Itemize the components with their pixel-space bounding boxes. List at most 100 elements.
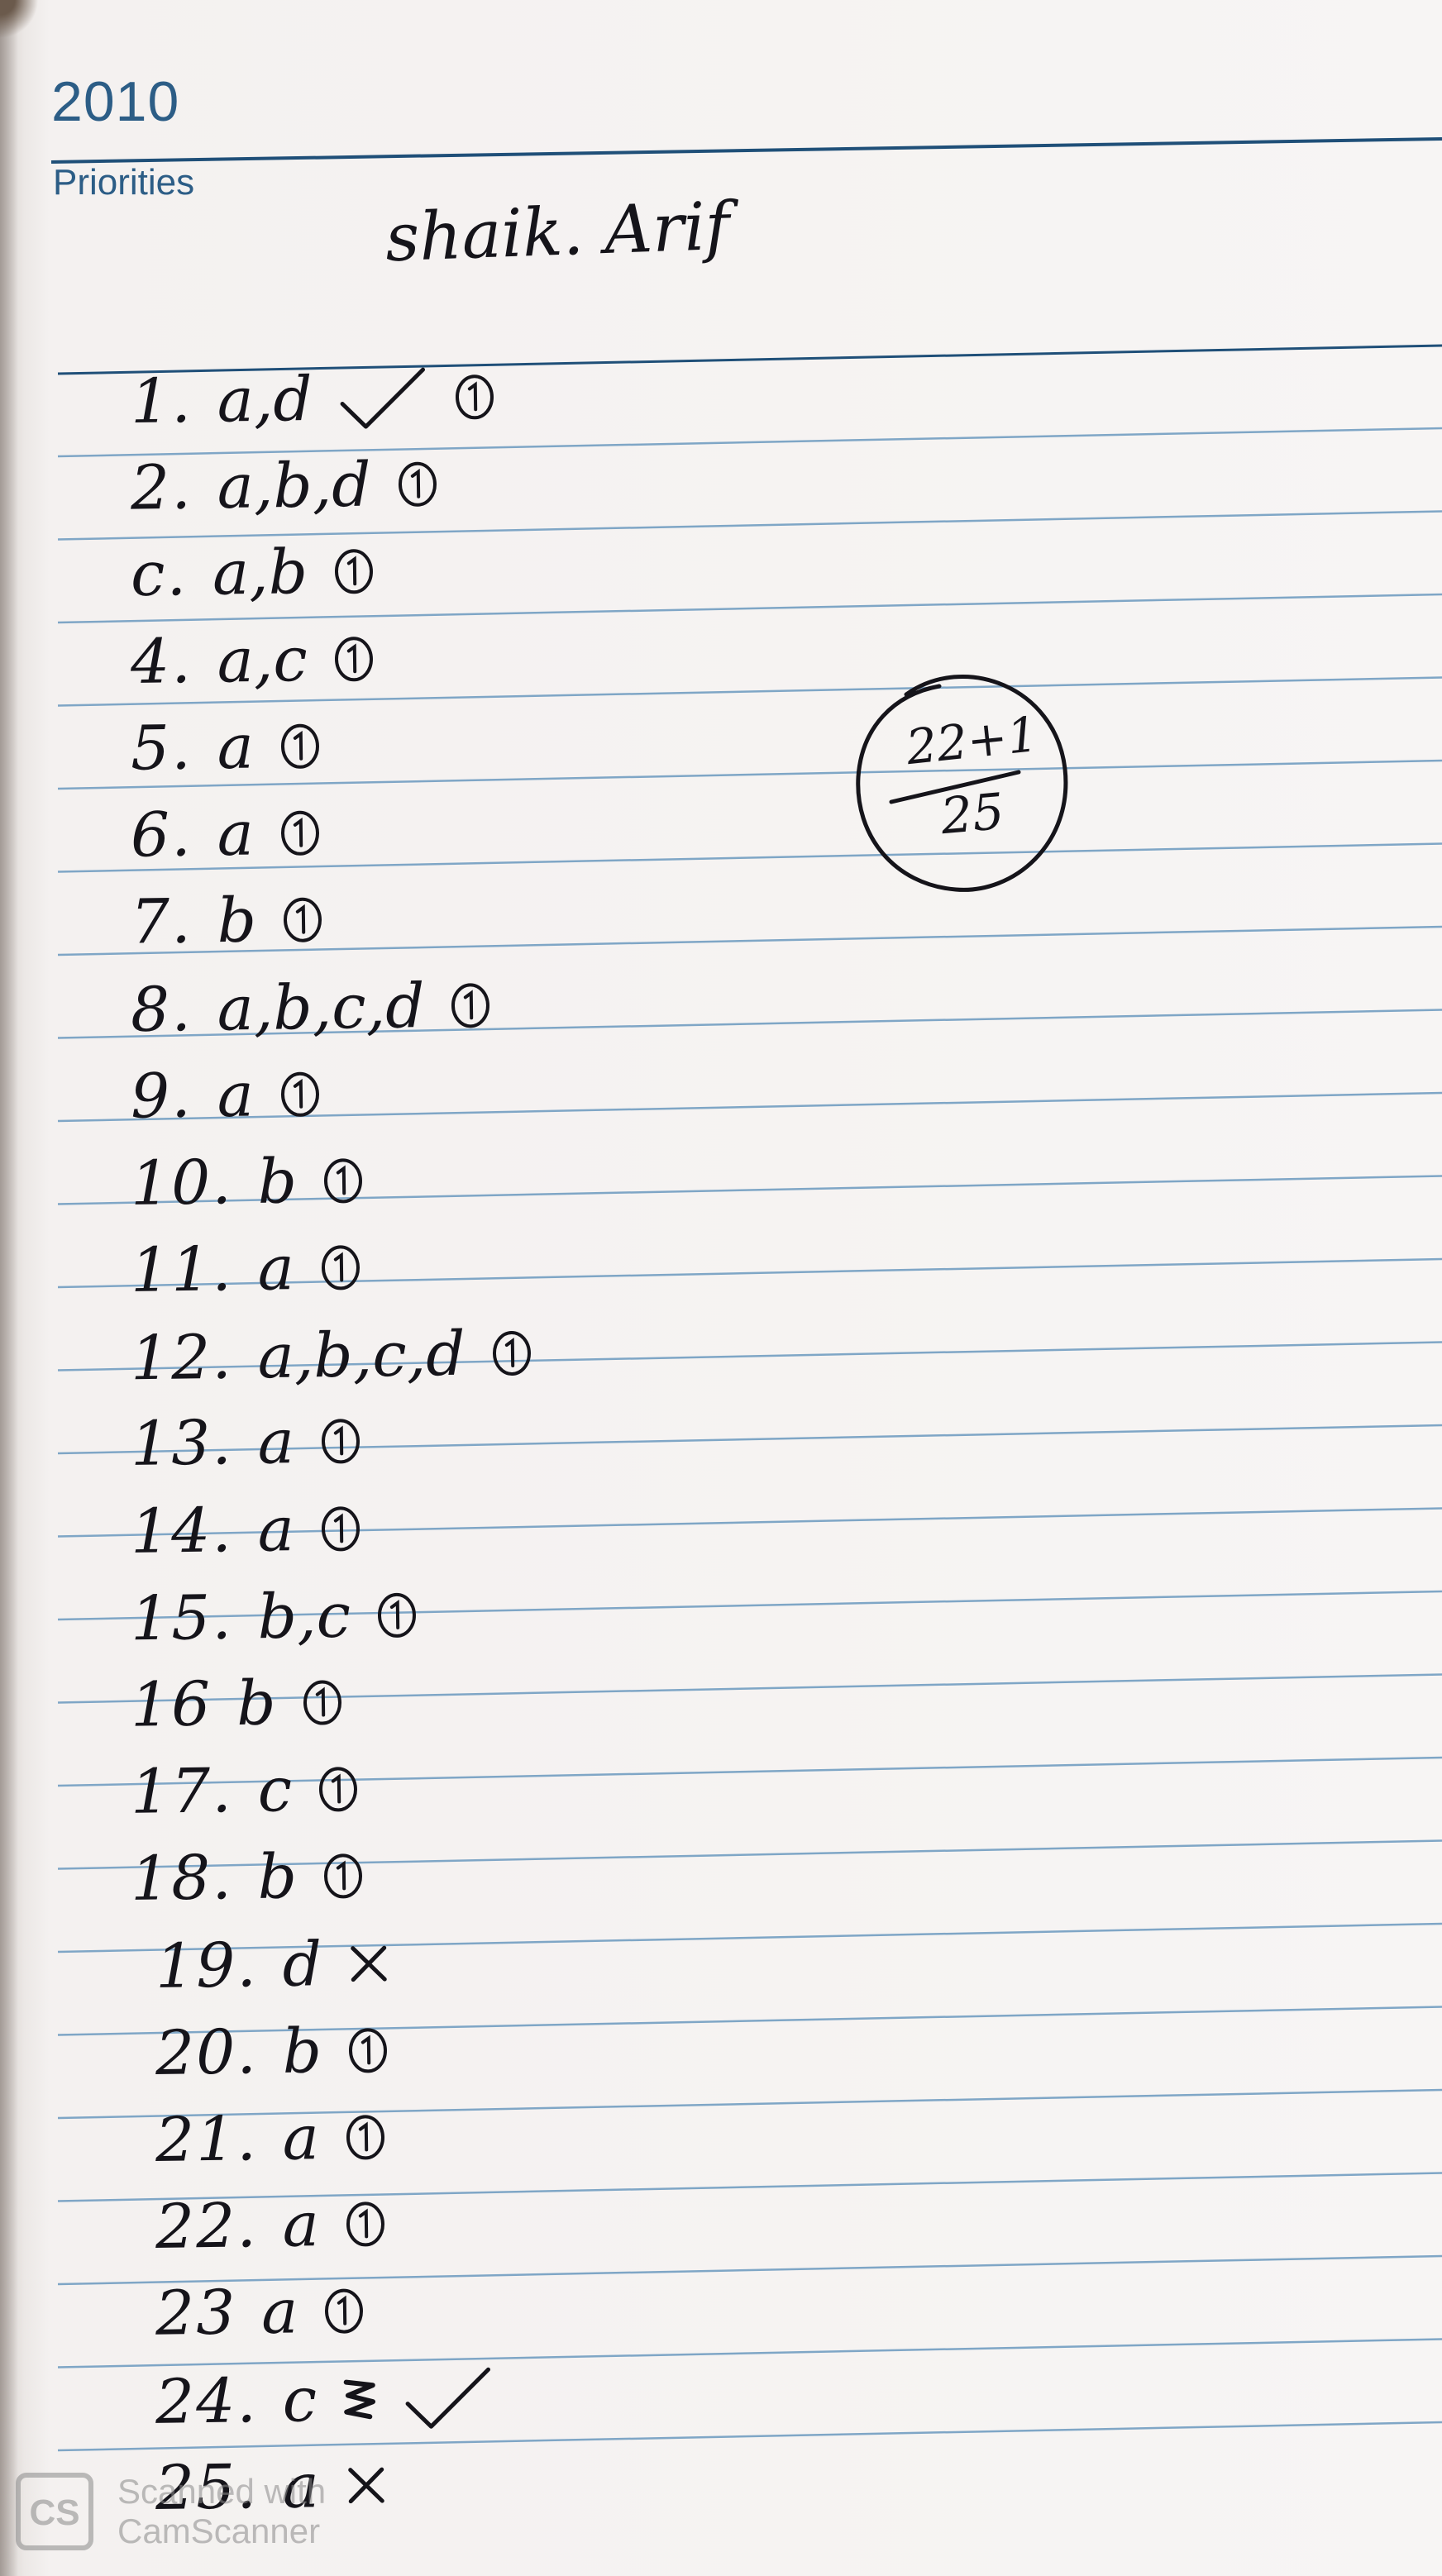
question-number: 5. xyxy=(130,712,193,785)
one-mark-circle-icon xyxy=(278,1069,322,1119)
one-mark-circle-icon xyxy=(322,1851,365,1901)
answer-choice: a,b,c,d xyxy=(217,971,426,1045)
one-mark-circle-icon xyxy=(318,1416,362,1467)
score-circle xyxy=(856,675,1068,892)
one-mark-circle-icon xyxy=(343,2112,387,2163)
camscanner-watermark: CS Scanned with CamScanner xyxy=(15,2472,326,2551)
answer-row: 15. b,c xyxy=(130,1579,418,1654)
answer-row: 9. a xyxy=(130,1058,322,1132)
answer-choice: b xyxy=(217,885,257,957)
answer-choice: a xyxy=(217,798,255,871)
question-number: 8. xyxy=(130,974,193,1047)
question-number: 13. xyxy=(130,1407,234,1481)
question-number: 24. xyxy=(155,2364,259,2438)
question-number: 2. xyxy=(130,451,193,524)
answer-choice: b xyxy=(236,1667,277,1740)
one-mark-circle-icon xyxy=(332,634,375,685)
answer-choice: a xyxy=(282,2189,320,2261)
check-mark-icon xyxy=(403,2364,494,2432)
one-mark-circle-icon xyxy=(332,546,376,597)
answer-choice: b,c xyxy=(257,1580,351,1653)
cross-mark-icon xyxy=(346,1941,392,1987)
answer-row: 6. a xyxy=(130,797,322,871)
one-mark-circle-icon xyxy=(318,1243,362,1293)
answer-row: 12. a,b,c,d xyxy=(130,1318,533,1395)
question-number: 11. xyxy=(130,1233,234,1306)
question-number: 23 xyxy=(155,2277,237,2350)
section-label: Priorities xyxy=(53,162,195,203)
answer-row: 2. a,b,d xyxy=(130,449,439,524)
answer-choice: b xyxy=(282,2015,322,2087)
answer-row: 14. a xyxy=(130,1493,362,1567)
answer-choice: a,b,d xyxy=(217,449,372,523)
answer-choice: a xyxy=(217,1059,255,1131)
answer-row: c. a,b xyxy=(130,536,375,610)
answer-row: 13. a xyxy=(130,1405,362,1480)
question-number: 21. xyxy=(155,2103,259,2176)
page-year: 2010 xyxy=(51,70,180,133)
question-number: 17. xyxy=(130,1755,234,1829)
answer-row: 4. a,c xyxy=(130,623,375,698)
header-rule xyxy=(50,137,1442,164)
one-mark-circle-icon xyxy=(489,1329,533,1379)
answer-row: 8. a,b,c,d xyxy=(130,970,493,1046)
one-mark-circle-icon xyxy=(346,2025,390,2076)
answer-choice: a,c xyxy=(217,623,308,697)
one-mark-circle-icon xyxy=(322,1156,365,1206)
one-mark-circle-icon xyxy=(375,1590,419,1640)
answer-choice: a,d xyxy=(217,364,313,436)
one-mark-circle-icon xyxy=(452,372,496,422)
question-number: 12. xyxy=(130,1321,234,1395)
question-number: 18. xyxy=(130,1842,234,1915)
question-number: 9. xyxy=(130,1060,193,1133)
answer-choice: c xyxy=(257,1754,293,1826)
answer-row: 1. a,d xyxy=(130,361,496,437)
score-denominator: 25 xyxy=(938,782,1007,847)
answer-choice: a xyxy=(260,2276,298,2349)
watermark-text: Scanned with CamScanner xyxy=(117,2472,326,2551)
answer-row: 10. b xyxy=(130,1145,365,1219)
answer-row: 23 a xyxy=(155,2276,365,2350)
answer-choice: d xyxy=(282,1928,322,2001)
answer-choice: a xyxy=(257,1233,295,1305)
answer-choice: a,b,c,d xyxy=(257,1318,466,1393)
question-number: 20. xyxy=(155,2016,259,2089)
answer-choice: b xyxy=(257,1145,298,1218)
one-mark-circle-icon xyxy=(449,980,493,1031)
question-number: 14. xyxy=(130,1494,234,1567)
scribble-mark-icon xyxy=(341,2377,379,2422)
question-number: 19. xyxy=(155,1929,259,2002)
answer-row: 20. b xyxy=(155,2015,389,2089)
one-mark-circle-icon xyxy=(300,1677,344,1728)
question-number: 6. xyxy=(130,799,193,871)
question-number: 1. xyxy=(130,365,193,438)
answer-row: 19. d xyxy=(155,1928,391,2002)
one-mark-circle-icon xyxy=(395,460,439,510)
watermark-line-2: CamScanner xyxy=(117,2512,321,2550)
answer-row: 21. a xyxy=(155,2101,387,2176)
student-name: shaik. Arif xyxy=(384,187,731,277)
answer-choice: c xyxy=(282,2364,318,2436)
answer-choice: a xyxy=(282,2102,320,2174)
question-number: 16 xyxy=(130,1668,212,1741)
one-mark-circle-icon xyxy=(318,1504,362,1554)
notebook-page: 2010 Priorities shaik. Arif 1. a,d 2. a,b,d… xyxy=(0,0,1442,2576)
check-mark-icon xyxy=(337,365,428,432)
answer-choice: a xyxy=(217,711,255,783)
answer-row: 17. c xyxy=(130,1753,360,1828)
question-number: 15. xyxy=(130,1581,234,1655)
answer-row: 22. a xyxy=(155,2188,387,2263)
answer-row: 5. a xyxy=(130,710,322,784)
answer-row: 16 b xyxy=(130,1667,344,1741)
one-mark-circle-icon xyxy=(278,721,322,771)
one-mark-circle-icon xyxy=(278,808,322,858)
question-number: 22. xyxy=(155,2190,259,2264)
watermark-line-1: Scanned with xyxy=(117,2472,327,2511)
answer-row: 7. b xyxy=(130,885,324,958)
one-mark-circle-icon xyxy=(317,1764,360,1815)
question-number: 4. xyxy=(130,625,193,698)
score-badge: 22+1 25 xyxy=(848,661,1072,901)
camscanner-logo-icon: CS xyxy=(16,2473,93,2550)
answer-choice: a xyxy=(257,1493,295,1566)
answer-row: 11. a xyxy=(130,1232,362,1306)
